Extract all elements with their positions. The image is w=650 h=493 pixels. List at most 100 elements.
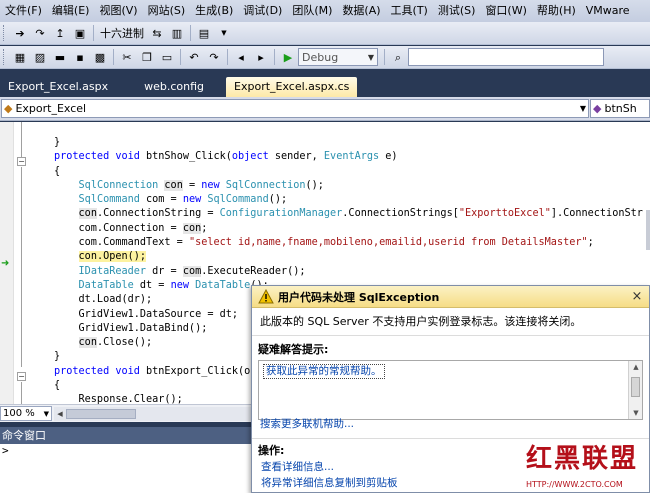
copy-icon[interactable]: ❐	[138, 48, 156, 66]
code-token: .ConnectionString =	[96, 208, 220, 220]
tab-web-config[interactable]: web.config	[136, 77, 212, 97]
code-token: "ExporttoExcel"	[458, 208, 551, 220]
code-token: ();	[268, 194, 288, 206]
scroll-thumb[interactable]	[631, 377, 640, 397]
tips-scrollbar[interactable]: ▲ ▼	[628, 361, 642, 419]
navigate-back-icon[interactable]: ◂	[232, 48, 250, 66]
tab-export-excel-aspx[interactable]: Export_Excel.aspx	[0, 77, 116, 97]
code-token: con	[78, 208, 97, 220]
code-token: ;	[587, 237, 594, 249]
class-icon: ◆	[4, 102, 13, 115]
menu-item[interactable]: 调试(D)	[238, 0, 287, 22]
code-token: DataTable	[78, 279, 134, 291]
code-token: object	[231, 151, 269, 163]
method-icon: ◆	[593, 102, 602, 115]
breakpoint-icon[interactable]: ▣	[71, 24, 89, 42]
collapse-icon[interactable]: −	[17, 372, 26, 381]
zoom-select[interactable]: 100 % ▼	[0, 406, 52, 421]
menu-item[interactable]: 生成(B)	[190, 0, 238, 22]
menu-item[interactable]: 帮助(H)	[532, 0, 581, 22]
code-token: con	[164, 179, 183, 191]
scroll-thumb[interactable]	[66, 408, 136, 419]
class-selector[interactable]: ◆ Export_Excel ▼	[1, 99, 589, 118]
menu-item[interactable]: 测试(S)	[433, 0, 481, 22]
navigation-bar: ◆ Export_Excel ▼ ◆ btnSh	[0, 97, 650, 121]
save-icon[interactable]: ▪	[71, 48, 89, 66]
member-selector[interactable]: ◆ btnSh	[590, 99, 650, 118]
code-line: }	[54, 136, 643, 150]
indicator-margin[interactable]: ➜	[0, 122, 14, 404]
menu-item[interactable]: 工具(T)	[386, 0, 433, 22]
open-file-icon[interactable]: ▬	[51, 48, 69, 66]
cut-icon[interactable]: ✂	[118, 48, 136, 66]
toolbar-separator	[180, 49, 181, 65]
save-all-icon[interactable]: ▩	[91, 48, 109, 66]
troubleshooting-tips: 疑难解答提示: 获取此异常的常规帮助。 ▲ ▼	[252, 338, 649, 424]
toolbar-grip[interactable]	[3, 25, 7, 41]
step-into-icon[interactable]: ➔	[11, 24, 29, 42]
hex-display-button[interactable]: 十六进制	[97, 25, 147, 41]
solution-configuration-select[interactable]: Debug ▼	[298, 48, 378, 66]
standard-toolbar: ➔ ↷ ↥ ▣ 十六进制 ⇆ ▥ ▤ ▼	[0, 22, 650, 45]
code-line: con.Open();	[54, 250, 643, 264]
scroll-left-icon[interactable]: ◀	[54, 410, 66, 418]
find-in-files-icon[interactable]: ⌕	[389, 48, 407, 66]
command-window-title[interactable]: 命令窗口	[0, 427, 260, 444]
scroll-down-icon[interactable]: ▼	[629, 409, 643, 417]
code-line: SqlConnection con = new SqlConnection();	[54, 179, 643, 193]
start-debugging-icon[interactable]: ▶	[279, 48, 297, 66]
memory-icon[interactable]: ▥	[168, 24, 186, 42]
menu-item[interactable]: VMware	[581, 0, 635, 22]
exception-message: 此版本的 SQL Server 不支持用户实例登录标志。该连接将关闭。	[252, 308, 649, 336]
code-token: e)	[379, 151, 398, 163]
navigate-forward-icon[interactable]: ▸	[252, 48, 270, 66]
menu-item[interactable]: 网站(S)	[143, 0, 191, 22]
code-token: ConfigurationManager	[219, 208, 343, 220]
menu-item[interactable]: 窗口(W)	[480, 0, 531, 22]
code-token: protected	[54, 365, 110, 377]
horizontal-scrollbar[interactable]: ◀	[54, 406, 260, 421]
dropdown-arrow-icon[interactable]: ▼	[215, 24, 233, 42]
code-token: GridView1.DataSource = dt;	[54, 308, 239, 320]
menu-item[interactable]: 文件(F)	[0, 0, 47, 22]
step-over-icon[interactable]: ↷	[31, 24, 49, 42]
undo-icon[interactable]: ↶	[185, 48, 203, 66]
toolbar-separator	[113, 49, 114, 65]
search-online-help-link[interactable]: 搜索更多联机帮助...	[260, 417, 354, 431]
scroll-up-icon[interactable]: ▲	[629, 363, 643, 371]
menu-item[interactable]: 数据(A)	[337, 0, 385, 22]
zoom-value: 100 %	[3, 408, 35, 419]
redo-icon[interactable]: ↷	[205, 48, 223, 66]
collapse-icon[interactable]: −	[17, 157, 26, 166]
tip-link[interactable]: 获取此异常的常规帮助。	[263, 364, 385, 379]
tips-list: 获取此异常的常规帮助。 ▲ ▼	[258, 360, 643, 420]
command-window[interactable]: >	[0, 444, 260, 493]
step-out-icon[interactable]: ↥	[51, 24, 69, 42]
new-project-icon[interactable]: ▦	[11, 48, 29, 66]
code-token: .ExecuteReader();	[201, 265, 306, 277]
watch-icon[interactable]: ▤	[195, 24, 213, 42]
add-item-icon[interactable]: ▨	[31, 48, 49, 66]
watermark-url: HTTP://WWW.2CTO.COM	[526, 480, 623, 489]
code-token: .ConnectionStrings[	[342, 208, 459, 220]
menu-item[interactable]: 团队(M)	[287, 0, 337, 22]
outline-line	[21, 167, 22, 367]
tab-export-excel-aspx-cs[interactable]: Export_Excel.aspx.cs	[226, 77, 358, 97]
toolbar-grip[interactable]	[3, 49, 7, 65]
find-input[interactable]	[408, 48, 604, 66]
code-token: sender,	[268, 151, 324, 163]
menu-item[interactable]: 视图(V)	[94, 0, 142, 22]
editor-scroll-indicator[interactable]	[646, 210, 650, 250]
menu-item[interactable]: 编辑(E)	[47, 0, 95, 22]
code-token: new	[170, 279, 189, 291]
outline-line	[21, 122, 22, 157]
toolbar-separator	[384, 49, 385, 65]
close-icon[interactable]: ×	[629, 289, 645, 304]
threads-icon[interactable]: ⇆	[148, 24, 166, 42]
paste-icon[interactable]: ▭	[158, 48, 176, 66]
